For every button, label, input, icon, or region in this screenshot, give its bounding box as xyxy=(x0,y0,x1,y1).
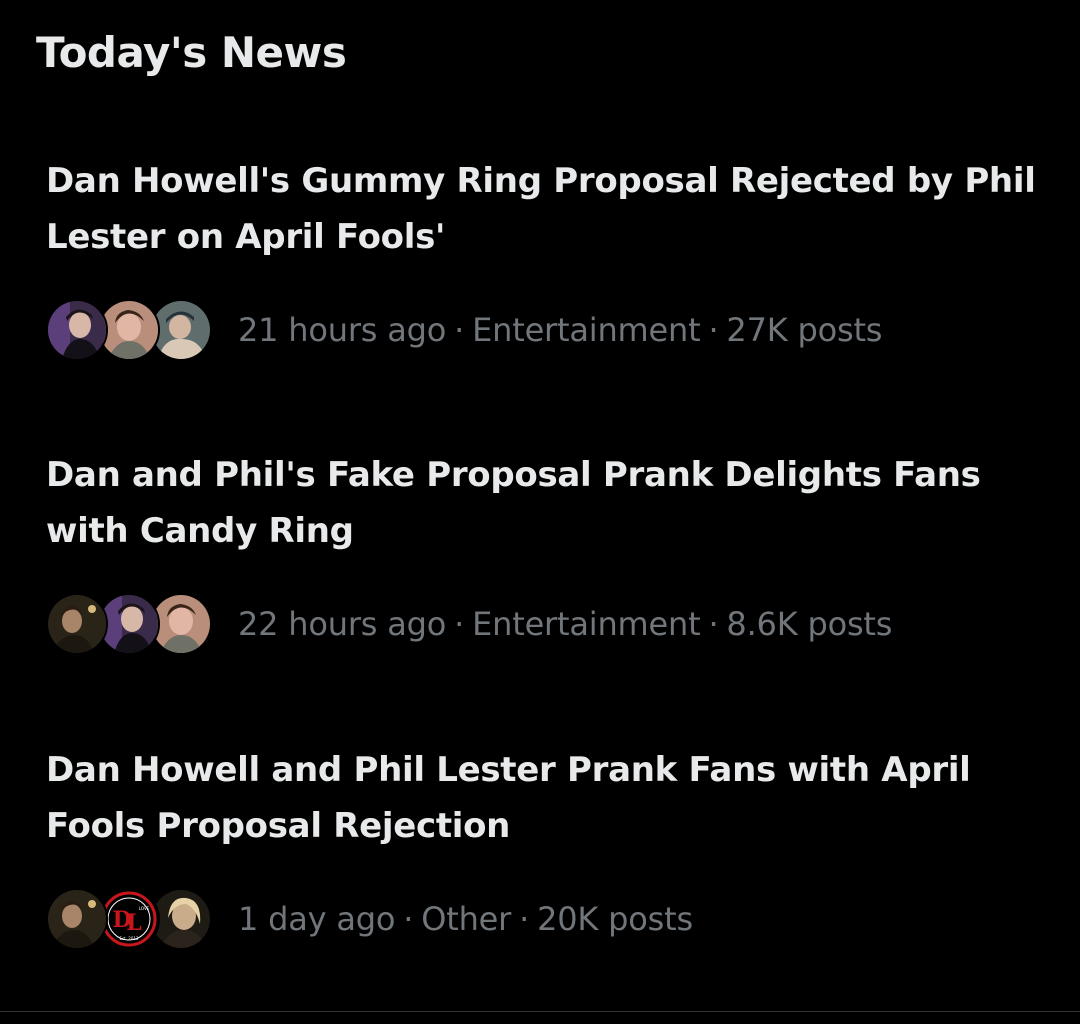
separator: · xyxy=(708,605,719,643)
news-post-count: 8.6K posts xyxy=(726,605,893,643)
avatar xyxy=(46,593,108,655)
avatar-stack xyxy=(46,299,216,361)
news-meta-text: 1 day ago · Other · 20K posts xyxy=(238,900,693,938)
news-item[interactable]: Dan Howell and Phil Lester Prank Fans wi… xyxy=(46,742,1046,950)
news-headline[interactable]: Dan and Phil's Fake Proposal Prank Delig… xyxy=(46,447,1046,559)
avatar xyxy=(46,299,108,361)
news-headline[interactable]: Dan Howell and Phil Lester Prank Fans wi… xyxy=(46,742,1046,854)
separator: · xyxy=(454,311,465,349)
news-time: 21 hours ago xyxy=(238,311,447,349)
news-category: Entertainment xyxy=(472,605,701,643)
separator: · xyxy=(403,900,414,938)
news-time: 22 hours ago xyxy=(238,605,447,643)
news-category: Other xyxy=(421,900,512,938)
page-title: Today's News xyxy=(36,28,347,77)
news-time: 1 day ago xyxy=(238,900,396,938)
news-item[interactable]: Dan and Phil's Fake Proposal Prank Delig… xyxy=(46,447,1046,655)
news-meta-text: 21 hours ago · Entertainment · 27K posts xyxy=(238,311,882,349)
svg-text:Est. 2013: Est. 2013 xyxy=(120,936,139,941)
avatar-stack: D L LOVE Est. 2013 xyxy=(46,888,216,950)
avatar xyxy=(46,888,108,950)
news-meta: 21 hours ago · Entertainment · 27K posts xyxy=(46,299,882,361)
svg-text:LOVE: LOVE xyxy=(139,906,150,911)
news-post-count: 27K posts xyxy=(726,311,883,349)
separator: · xyxy=(519,900,530,938)
news-headline[interactable]: Dan Howell's Gummy Ring Proposal Rejecte… xyxy=(46,153,1046,265)
news-item[interactable]: Dan Howell's Gummy Ring Proposal Rejecte… xyxy=(46,153,1046,361)
news-meta-text: 22 hours ago · Entertainment · 8.6K posts xyxy=(238,605,892,643)
news-meta: 22 hours ago · Entertainment · 8.6K posts xyxy=(46,593,892,655)
news-category: Entertainment xyxy=(472,311,701,349)
separator: · xyxy=(708,311,719,349)
news-post-count: 20K posts xyxy=(537,900,693,938)
avatar-stack xyxy=(46,593,216,655)
news-meta: D L LOVE Est. 2013 1 day ago · Other · 20K p… xyxy=(46,888,693,950)
separator: · xyxy=(454,605,465,643)
divider xyxy=(0,1011,1080,1012)
svg-text:L: L xyxy=(126,910,141,936)
